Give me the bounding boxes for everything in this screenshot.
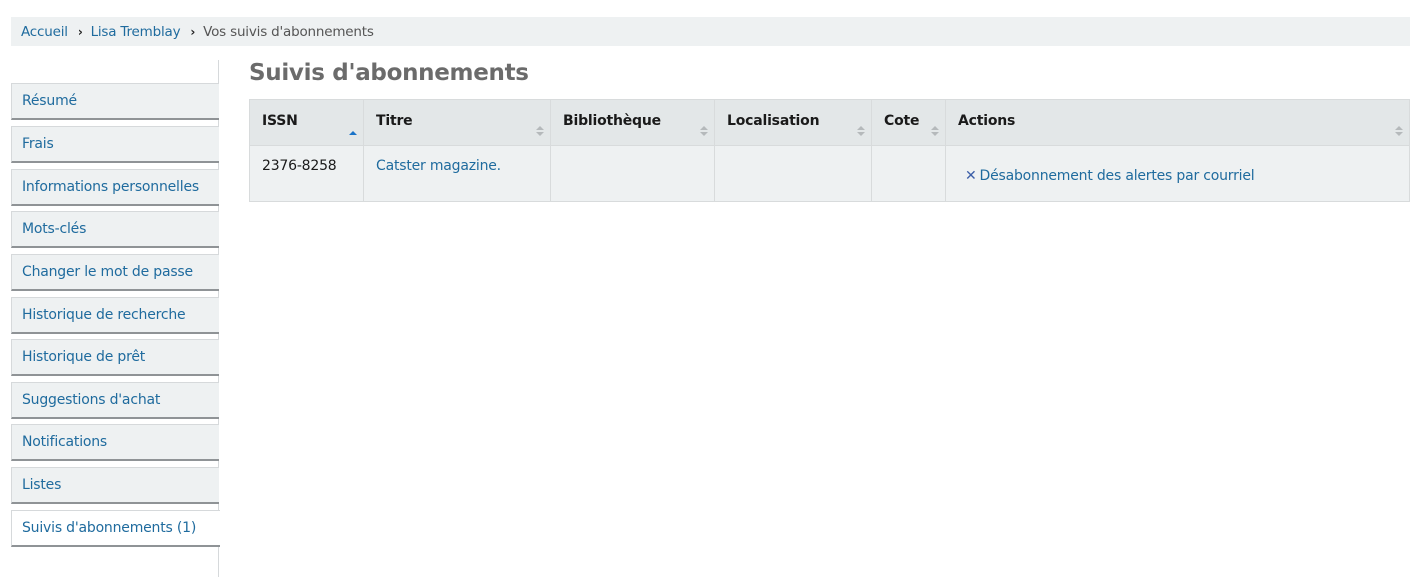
cell-actions: ✕ Désabonnement des alertes par courriel <box>945 145 1410 202</box>
unsubscribe-email-alerts-link[interactable]: ✕ Désabonnement des alertes par courriel <box>965 167 1255 184</box>
chevron-right-icon: › <box>190 24 196 39</box>
breadcrumb: Accueil › Lisa Tremblay › Vos suivis d'a… <box>11 17 1410 46</box>
sort-icon <box>536 125 544 137</box>
column-label: Bibliothèque <box>563 112 661 129</box>
cell-library <box>550 145 715 202</box>
column-header-localisation[interactable]: Localisation <box>714 99 872 146</box>
subscriptions-table: ISSN Titre Bibliothèque Localisation Cot… <box>249 99 1410 202</box>
sidebar-item-resume[interactable]: Résumé <box>11 83 219 120</box>
column-header-cote[interactable]: Cote <box>871 99 946 146</box>
sort-icon <box>1395 125 1403 137</box>
chevron-right-icon: › <box>77 24 83 39</box>
sort-icon <box>700 125 708 137</box>
sort-icon <box>857 125 865 137</box>
sidebar-item-notifications[interactable]: Notifications <box>11 424 219 461</box>
sidebar-item-informations-personnelles[interactable]: Informations personnelles <box>11 169 219 206</box>
sidebar-item-suivis-abonnements[interactable]: Suivis d'abonnements (1) <box>11 510 220 547</box>
sidebar-item-changer-mot-de-passe[interactable]: Changer le mot de passe <box>11 254 219 291</box>
table-row: 2376-8258 Catster magazine. ✕ Désabonneme… <box>249 145 1410 202</box>
unsubscribe-label: Désabonnement des alertes par courriel <box>979 167 1255 184</box>
column-header-bibliotheque[interactable]: Bibliothèque <box>550 99 715 146</box>
sidebar-item-mots-cles[interactable]: Mots-clés <box>11 211 219 248</box>
sort-ascending-icon <box>349 125 357 137</box>
breadcrumb-user-link[interactable]: Lisa Tremblay <box>91 24 181 40</box>
column-label: Titre <box>376 112 413 129</box>
sidebar-item-historique-recherche[interactable]: Historique de recherche <box>11 297 219 334</box>
breadcrumb-home-link[interactable]: Accueil <box>21 24 68 40</box>
sidebar-item-historique-pret[interactable]: Historique de prêt <box>11 339 219 376</box>
sidebar-item-suggestions-achat[interactable]: Suggestions d'achat <box>11 382 219 419</box>
column-label: ISSN <box>262 112 298 129</box>
close-icon: ✕ <box>965 167 977 184</box>
cell-callnumber <box>871 145 946 202</box>
sort-icon <box>931 125 939 137</box>
column-header-actions[interactable]: Actions <box>945 99 1410 146</box>
cell-issn: 2376-8258 <box>249 145 364 202</box>
cell-title: Catster magazine. <box>363 145 551 202</box>
table-header-row: ISSN Titre Bibliothèque Localisation Cot… <box>249 99 1410 146</box>
column-label: Cote <box>884 112 920 129</box>
user-menu-sidebar: Résumé Frais Informations personnelles M… <box>11 60 220 577</box>
breadcrumb-current: Vos suivis d'abonnements <box>203 23 374 40</box>
sidebar-item-frais[interactable]: Frais <box>11 126 219 163</box>
title-link[interactable]: Catster magazine. <box>376 158 501 174</box>
column-header-titre[interactable]: Titre <box>363 99 551 146</box>
column-header-issn[interactable]: ISSN <box>249 99 364 146</box>
cell-location <box>714 145 872 202</box>
page-title: Suivis d'abonnements <box>249 60 529 86</box>
column-label: Actions <box>958 112 1016 129</box>
sidebar-item-listes[interactable]: Listes <box>11 467 219 504</box>
column-label: Localisation <box>727 112 820 129</box>
